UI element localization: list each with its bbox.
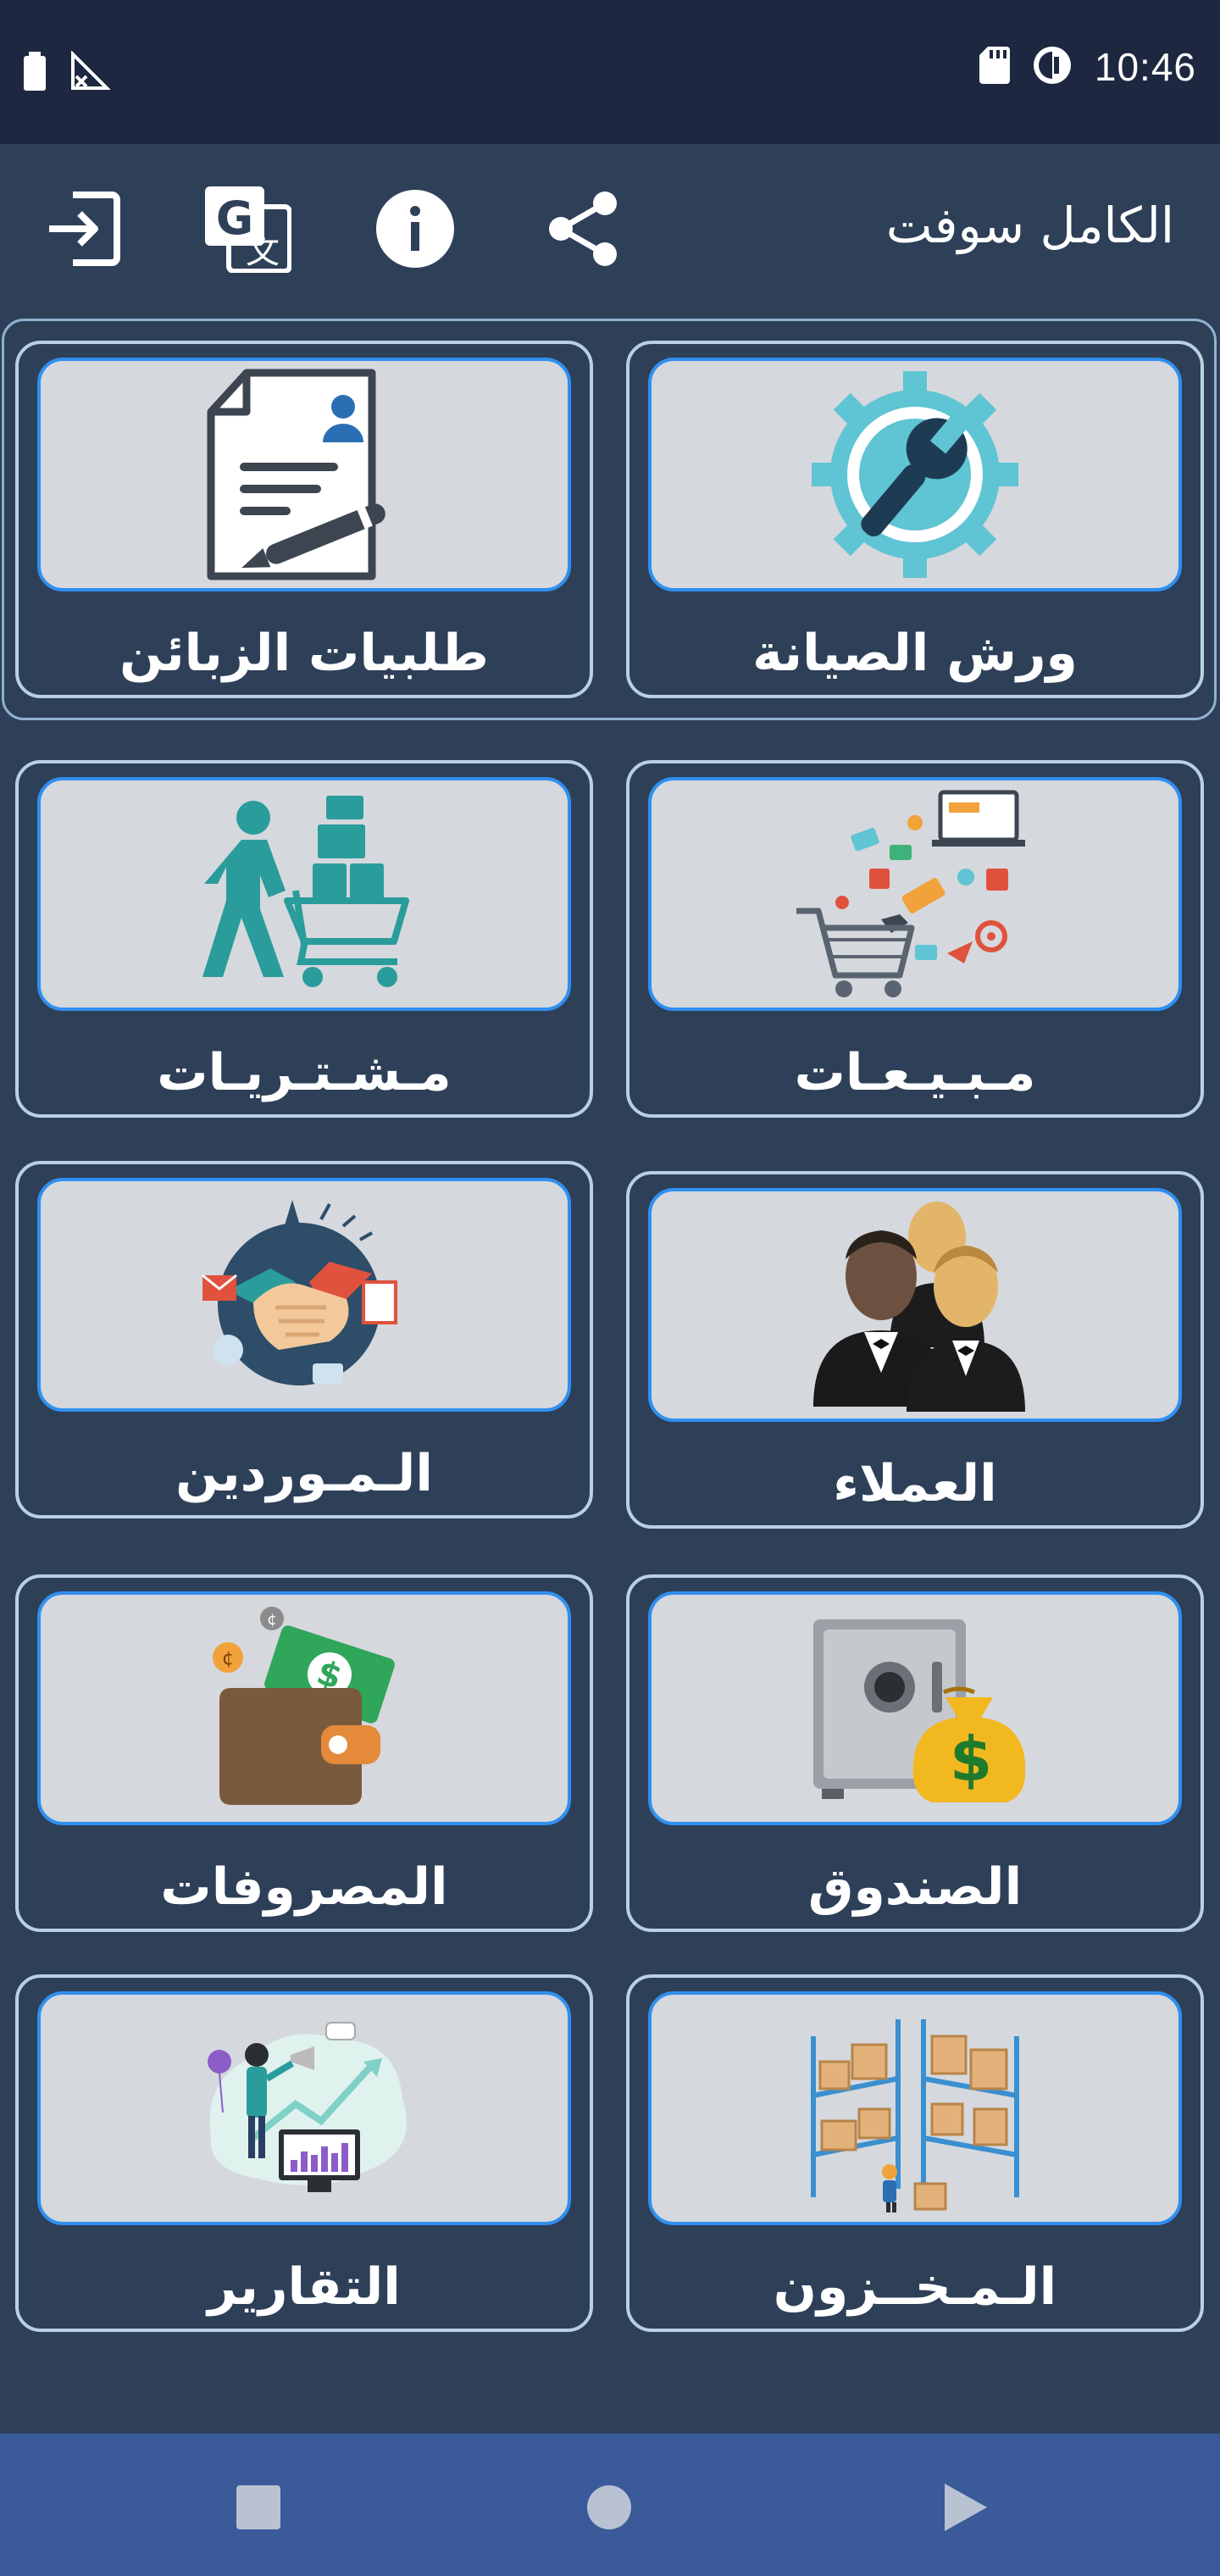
recents-square-icon[interactable] (229, 2478, 288, 2537)
menu-label: الصندوق (807, 1857, 1023, 1917)
menu-card-inventory[interactable]: الـمـخــزون (626, 1974, 1204, 2332)
menu-label: الـمـخــزون (773, 2257, 1057, 2317)
menu-card-sales[interactable]: مـبـيـعـات (626, 760, 1204, 1118)
sd-card-icon (979, 47, 1010, 87)
menu-label: المصروفات (160, 1857, 448, 1917)
menu-card-maintenance[interactable]: ورش الصيانة (626, 341, 1204, 698)
menu-label: التقارير (208, 2257, 401, 2317)
battery-icon (22, 52, 47, 94)
menu-label: العملاء (833, 1454, 997, 1513)
menu-card-expenses[interactable]: ¢ ¢ $ المصروفات (15, 1574, 593, 1932)
menu-label: طلبيات الزبائن (119, 624, 489, 683)
svg-text:$: $ (950, 1724, 992, 1795)
menu-label: مـشـتـريـات (157, 1043, 452, 1102)
menu-card-purchases[interactable]: مـشـتـريـات (15, 760, 593, 1118)
app-title: الكامل سوفت (885, 197, 1174, 254)
menu-label: الـمـوردين (175, 1444, 433, 1503)
app-bar: G文 الكامل سوفت (0, 144, 1220, 314)
svg-text:¢: ¢ (267, 1611, 276, 1629)
reports-analytics-icon (37, 1991, 571, 2225)
expenses-wallet-icon: ¢ ¢ $ (37, 1591, 571, 1825)
inventory-warehouse-icon (648, 1991, 1182, 2225)
status-bar: 10:46 (0, 0, 1220, 144)
info-icon[interactable] (371, 185, 459, 273)
status-time: 10:46 (1094, 45, 1196, 89)
logout-icon[interactable] (39, 185, 127, 273)
svg-text:¢: ¢ (222, 1648, 234, 1669)
menu-card-cashbox[interactable]: $ الصندوق (626, 1574, 1204, 1932)
back-triangle-icon[interactable] (935, 2478, 995, 2537)
menu-card-suppliers[interactable]: الـمـوردين (15, 1161, 593, 1518)
purchases-cart-icon (37, 777, 571, 1011)
menu-card-customers[interactable]: العملاء (626, 1171, 1204, 1529)
customer-order-document-icon (37, 358, 571, 591)
maintenance-gear-icon (648, 358, 1182, 591)
menu-card-reports[interactable]: التقارير (15, 1974, 593, 2332)
menu-label: مـبـيـعـات (794, 1043, 1036, 1102)
system-nav-bar (0, 2434, 1220, 2576)
share-icon[interactable] (539, 185, 627, 273)
customers-people-icon (648, 1188, 1182, 1422)
menu-label: ورش الصيانة (752, 624, 1078, 683)
svg-text:文: 文 (246, 232, 280, 271)
home-circle-icon[interactable] (580, 2478, 639, 2537)
cashbox-safe-icon: $ (648, 1591, 1182, 1825)
no-signal-icon (69, 50, 111, 95)
data-saver-icon (1032, 45, 1073, 89)
menu-card-customer-orders[interactable]: طلبيات الزبائن (15, 341, 593, 698)
translate-icon[interactable]: G文 (203, 185, 291, 273)
suppliers-handshake-icon (37, 1178, 571, 1412)
sales-shopping-icon (648, 777, 1182, 1011)
